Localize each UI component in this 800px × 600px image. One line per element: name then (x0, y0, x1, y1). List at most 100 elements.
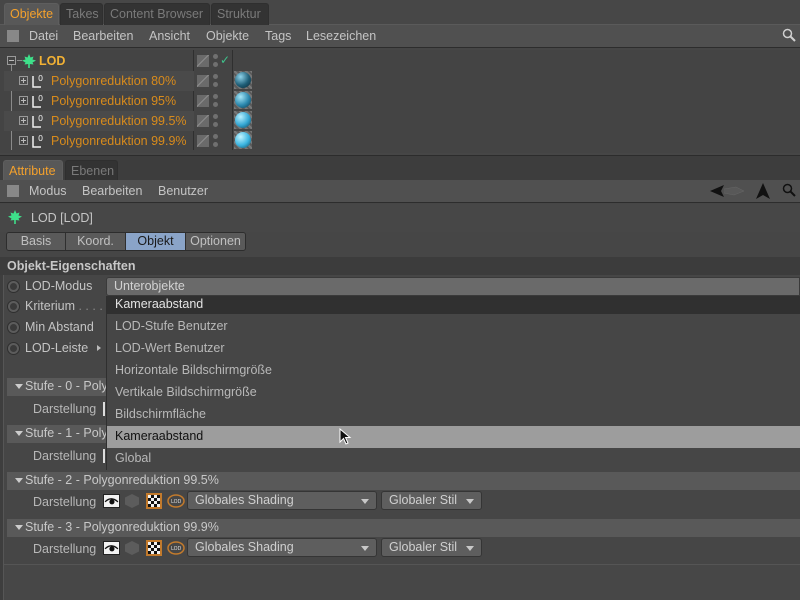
menu-bearbeiten[interactable]: Bearbeiten (82, 184, 142, 198)
level-group-header[interactable]: Stufe - 3 - Polygonreduktion 99.9% (7, 519, 800, 537)
attribute-title-bar: LOD [LOD] (0, 204, 800, 232)
style-dropdown[interactable]: Globaler Stil (381, 491, 482, 510)
material-sphere-icon (235, 112, 251, 128)
shading-dropdown[interactable]: Globales Shading (187, 491, 377, 510)
animation-radio[interactable] (7, 321, 20, 334)
tab-takes[interactable]: Takes (60, 3, 103, 25)
popup-item[interactable]: Bildschirmfläche (107, 404, 800, 426)
menu-datei[interactable]: Datei (29, 29, 58, 43)
lod-display-icon[interactable]: LOD (165, 541, 185, 555)
lod-display-icon[interactable]: LOD (165, 494, 185, 508)
popup-item[interactable]: Global (107, 448, 800, 470)
collapse-toggle[interactable] (7, 56, 16, 65)
segment-basis[interactable]: Basis (7, 233, 66, 250)
tab-ebenen[interactable]: Ebenen (65, 160, 118, 182)
material-sphere-icon (235, 92, 251, 108)
darstellung-label: Darstellung (33, 542, 97, 556)
svg-text:0: 0 (38, 94, 43, 103)
object-name[interactable]: Polygonreduktion 95% (51, 94, 176, 108)
material-tag[interactable] (234, 91, 252, 109)
object-name[interactable]: LOD (39, 54, 65, 68)
editor-render-dots[interactable] (213, 94, 218, 108)
popup-item-label: Kameraabstand (115, 429, 204, 443)
object-row[interactable]: 0 Polygonreduktion 99.5% (4, 111, 194, 131)
triangle-down-icon (15, 478, 23, 483)
expand-toggle[interactable] (19, 76, 28, 85)
texture-checker-icon[interactable] (146, 493, 162, 509)
menu-modus[interactable]: Modus (29, 184, 67, 198)
object-row[interactable]: 0 Polygonreduktion 95% (4, 91, 194, 111)
grip-icon[interactable] (7, 185, 19, 197)
cube-icon[interactable] (125, 541, 139, 555)
level-title: Stufe - 3 - Polygonreduktion 99.9% (25, 520, 219, 534)
visibility-toggle[interactable] (197, 135, 209, 147)
object-row[interactable]: 0 Polygonreduktion 80% (4, 71, 194, 91)
expand-toggle[interactable] (19, 136, 28, 145)
up-arrow-icon[interactable] (756, 183, 770, 199)
svg-text:0: 0 (38, 134, 43, 143)
object-row[interactable]: 0 Polygonreduktion 99.9% (4, 131, 194, 151)
shading-dropdown[interactable]: Globales Shading (187, 538, 377, 557)
editor-render-dots[interactable] (213, 114, 218, 128)
menu-objekte[interactable]: Objekte (206, 29, 249, 43)
editor-render-dots[interactable] (213, 134, 218, 148)
style-dropdown[interactable]: Globaler Stil (381, 538, 482, 557)
material-tag[interactable] (234, 131, 252, 149)
object-row-lod[interactable]: LOD (4, 51, 194, 71)
visibility-toggle[interactable] (197, 115, 209, 127)
expand-toggle[interactable] (19, 116, 28, 125)
popup-item-hovered[interactable]: Kameraabstand (107, 426, 800, 448)
eye-icon[interactable] (103, 449, 105, 463)
object-name[interactable]: Polygonreduktion 99.5% (51, 114, 187, 128)
popup-item[interactable]: LOD-Wert Benutzer (107, 338, 800, 360)
cube-icon[interactable] (125, 494, 139, 508)
expand-arrow-icon[interactable] (97, 345, 101, 351)
tab-struktur[interactable]: Struktur (211, 3, 269, 25)
segment-objekt[interactable]: Objekt (126, 233, 186, 250)
popup-item[interactable]: Vertikale Bildschirmgröße (107, 382, 800, 404)
grip-icon[interactable] (7, 30, 19, 42)
menu-lesezeichen[interactable]: Lesezeichen (306, 29, 376, 43)
animation-radio[interactable] (7, 300, 20, 313)
editor-render-dots[interactable] (213, 54, 218, 68)
lod-modus-dropdown[interactable]: Unterobjekte (106, 277, 800, 296)
eye-icon[interactable] (103, 494, 120, 508)
material-tag[interactable] (234, 111, 252, 129)
level-group-header[interactable]: Stufe - 2 - Polygonreduktion 99.5% (7, 472, 800, 490)
visibility-toggle[interactable] (197, 75, 209, 87)
expand-toggle[interactable] (19, 96, 28, 105)
eye-icon[interactable] (103, 402, 105, 416)
editor-render-dots[interactable] (213, 74, 218, 88)
segment-koord[interactable]: Koord. (66, 233, 126, 250)
popup-item[interactable]: Horizontale Bildschirmgröße (107, 360, 800, 382)
chevron-down-icon (466, 499, 474, 504)
search-icon[interactable] (782, 28, 796, 42)
mouse-cursor-icon (339, 428, 352, 445)
search-icon[interactable] (782, 183, 796, 197)
animation-radio[interactable] (7, 280, 20, 293)
back-arrow-icon[interactable] (710, 183, 746, 199)
menu-tags[interactable]: Tags (265, 29, 291, 43)
tab-objekte[interactable]: Objekte (4, 3, 59, 25)
tab-attribute[interactable]: Attribute (3, 160, 63, 182)
segment-optionen[interactable]: Optionen (186, 233, 245, 250)
param-label: LOD-Leiste (25, 341, 89, 355)
triangle-down-icon (15, 525, 23, 530)
darstellung-label: Darstellung (33, 449, 97, 463)
animation-radio[interactable] (7, 342, 20, 355)
popup-current-value[interactable]: Kameraabstand (107, 296, 800, 314)
object-name[interactable]: Polygonreduktion 99.9% (51, 134, 187, 148)
texture-checker-icon[interactable] (146, 540, 162, 556)
visibility-toggle[interactable] (197, 95, 209, 107)
popup-item-label: Bildschirmfläche (115, 407, 207, 421)
menu-benutzer[interactable]: Benutzer (158, 184, 208, 198)
menu-bearbeiten[interactable]: Bearbeiten (73, 29, 133, 43)
object-name[interactable]: Polygonreduktion 80% (51, 74, 176, 88)
popup-item[interactable]: LOD-Stufe Benutzer (107, 316, 800, 338)
menu-ansicht[interactable]: Ansicht (149, 29, 190, 43)
tab-content-browser[interactable]: Content Browser (104, 3, 210, 25)
eye-icon[interactable] (103, 541, 120, 555)
visibility-toggle[interactable] (197, 55, 209, 67)
check-icon[interactable]: ✓ (220, 53, 230, 67)
material-tag[interactable] (234, 71, 252, 89)
